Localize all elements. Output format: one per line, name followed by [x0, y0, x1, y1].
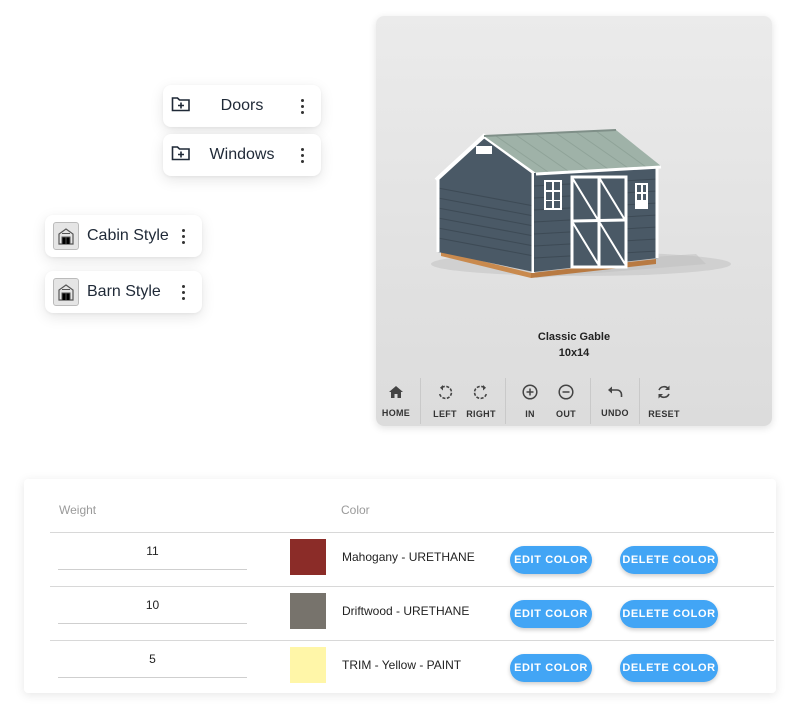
more-vert-icon[interactable]: [174, 280, 192, 304]
rotate-right-button[interactable]: RIGHT: [463, 378, 499, 424]
home-icon: [388, 385, 404, 404]
color-swatch: [290, 539, 326, 575]
viewer-toolbar: HOME LEFT RIGHT IN OUT UNDO RESET: [376, 378, 772, 424]
barn-thumbnail-icon: [53, 278, 79, 306]
color-column-header: Color: [341, 503, 370, 517]
folder-label: Windows: [209, 146, 275, 163]
rotate-left-icon: [437, 384, 453, 405]
color-swatch: [290, 593, 326, 629]
home-button[interactable]: HOME: [378, 378, 414, 424]
delete-color-button[interactable]: DELETE COLOR: [620, 654, 718, 682]
model-caption: Classic Gable 10x14: [376, 329, 772, 361]
undo-icon: [607, 385, 623, 404]
folder-label: Doors: [220, 97, 264, 114]
table-row: 10 Driftwood - URETHANE EDIT COLOR DELET…: [50, 586, 774, 641]
weight-field[interactable]: 5: [58, 641, 247, 678]
zoom-in-button[interactable]: IN: [512, 378, 548, 424]
more-vert-icon[interactable]: [293, 94, 311, 118]
delete-color-button[interactable]: DELETE COLOR: [620, 546, 718, 574]
rotate-right-icon: [473, 384, 489, 405]
model-name: Classic Gable: [537, 331, 611, 343]
out-label: OUT: [556, 408, 576, 419]
barn-thumbnail-icon: [53, 222, 79, 250]
left-label: LEFT: [433, 408, 457, 419]
zoom-out-icon: [558, 383, 574, 405]
rotate-left-button[interactable]: LEFT: [427, 378, 463, 424]
folder-item-windows[interactable]: Windows: [163, 134, 321, 176]
edit-color-button[interactable]: EDIT COLOR: [510, 654, 592, 682]
color-name: Driftwood - URETHANE: [342, 604, 470, 618]
undo-label: UNDO: [601, 407, 629, 418]
reset-button[interactable]: RESET: [646, 378, 682, 424]
right-label: RIGHT: [466, 408, 496, 419]
more-vert-icon[interactable]: [293, 143, 311, 167]
more-vert-icon[interactable]: [174, 224, 192, 248]
shed-3d-viewer[interactable]: Classic Gable 10x14 HOME LEFT RIGHT IN O…: [376, 16, 772, 426]
color-name: Mahogany - URETHANE: [342, 550, 475, 564]
undo-button[interactable]: UNDO: [597, 378, 633, 424]
reset-label: RESET: [648, 408, 680, 419]
edit-color-button[interactable]: EDIT COLOR: [510, 546, 592, 574]
in-label: IN: [525, 408, 535, 419]
color-swatch: [290, 647, 326, 683]
weight-field[interactable]: 11: [58, 533, 247, 570]
weight-column-header: Weight: [59, 503, 97, 517]
model-size: 10x14: [558, 347, 590, 359]
weight-field[interactable]: 10: [58, 587, 247, 624]
folder-plus-icon: [171, 144, 191, 167]
folder-plus-icon: [171, 95, 191, 118]
color-name: TRIM - Yellow - PAINT: [342, 658, 462, 672]
reset-icon: [656, 384, 672, 405]
edit-color-button[interactable]: EDIT COLOR: [510, 600, 592, 628]
shed-3d-render: [431, 129, 731, 278]
color-table: Weight Color 11 Mahogany - URETHANE EDIT…: [24, 479, 776, 693]
home-label: HOME: [381, 407, 411, 418]
delete-color-button[interactable]: DELETE COLOR: [620, 600, 718, 628]
table-row: 11 Mahogany - URETHANE EDIT COLOR DELETE…: [50, 532, 774, 587]
folder-item-doors[interactable]: Doors: [163, 85, 321, 127]
zoom-in-icon: [522, 383, 538, 405]
style-item-barn[interactable]: Barn Style: [45, 271, 202, 313]
style-item-cabin[interactable]: Cabin Style: [45, 215, 202, 257]
style-label: Barn Style: [87, 283, 161, 300]
table-row: 5 TRIM - Yellow - PAINT EDIT COLOR DELET…: [50, 640, 774, 695]
style-label: Cabin Style: [87, 227, 169, 244]
zoom-out-button[interactable]: OUT: [548, 378, 584, 424]
